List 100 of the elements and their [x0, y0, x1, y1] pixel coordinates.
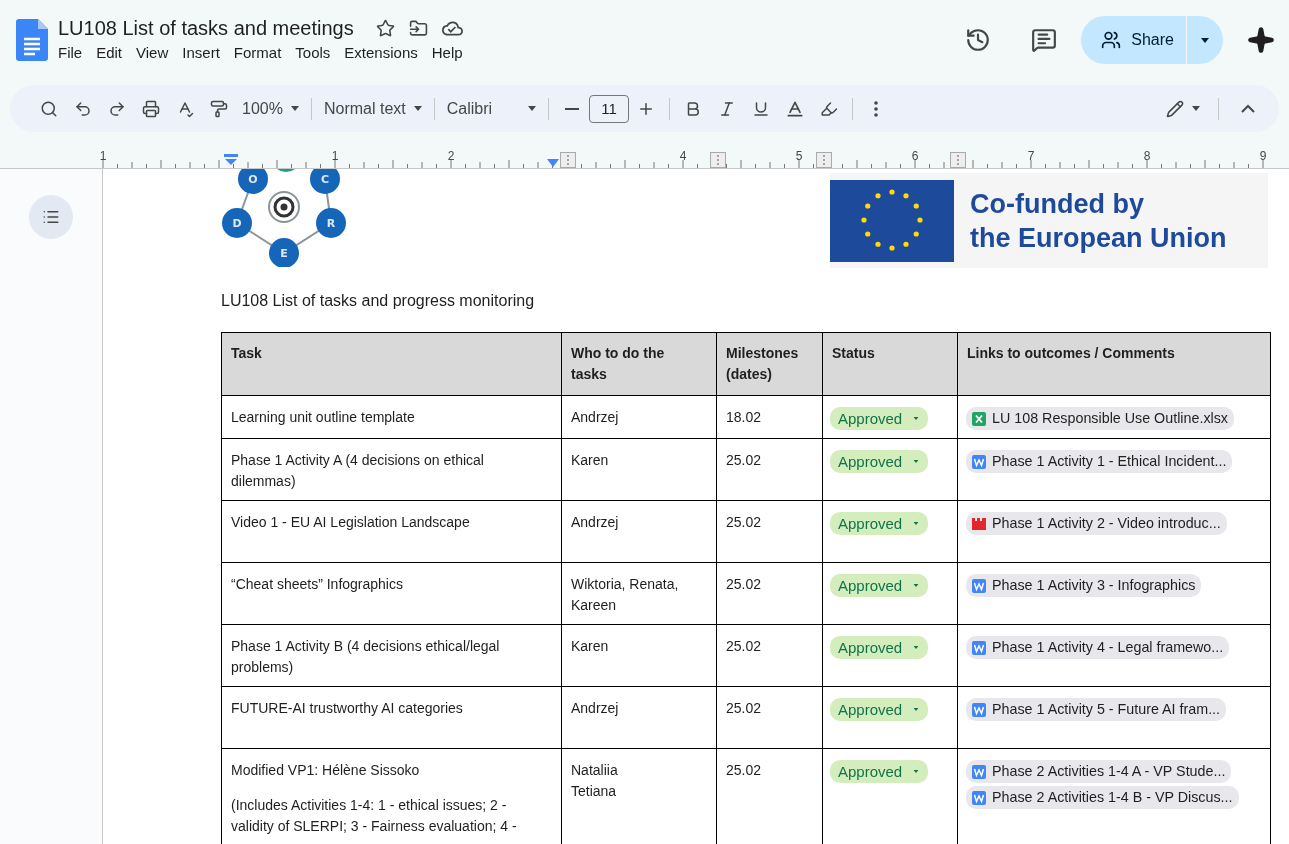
menu-item[interactable]: File — [51, 42, 90, 63]
table-cell: Learning unit outline template — [231, 409, 415, 425]
history-icon[interactable] — [965, 27, 992, 53]
banner-text: Co-funded by — [970, 187, 1145, 221]
video-icon — [972, 517, 986, 530]
document-icon — [972, 764, 986, 779]
table-cell: FUTURE-AI trustworthy AI categories — [231, 700, 463, 716]
column-header: Links to outcomes / Comments — [967, 345, 1175, 361]
table-cell: Tetiana — [571, 783, 617, 799]
status-chip[interactable]: Approved — [830, 574, 929, 597]
ruler-number: 8 — [1143, 149, 1151, 163]
table-cell: (Includes Activities 1-4: 1 - ethical issues; 2 - validity of SLERPI; 3 - Fairness evaluation; 4 - — [231, 797, 517, 834]
document-icon — [972, 454, 986, 469]
menu-item[interactable]: Tools — [288, 42, 338, 63]
table-cell: 25.02 — [726, 762, 762, 778]
column-marker-icon[interactable] — [816, 152, 832, 168]
more-icon — [874, 100, 879, 117]
table-cell: Nataliia — [571, 762, 618, 778]
document-icon — [972, 790, 986, 805]
table-cell: 25.02 — [726, 452, 762, 468]
ruler-number: 2 — [447, 149, 455, 163]
docs-logo-icon[interactable] — [16, 19, 48, 61]
document-icon — [972, 702, 986, 717]
status-chip[interactable]: Approved — [830, 760, 929, 783]
outline-button[interactable] — [29, 195, 73, 239]
menu-item[interactable]: Insert — [175, 42, 227, 63]
table-cell: Andrzej — [571, 409, 619, 425]
star-icon[interactable] — [375, 19, 395, 38]
table-cell: Phase 1 Activity A (4 decisions on ethical dilemmas) — [231, 452, 484, 489]
style-select[interactable]: Normal text — [317, 92, 428, 125]
sparkle-icon[interactable] — [1247, 26, 1275, 54]
ruler-number: 5 — [795, 149, 803, 163]
file-link-chip[interactable]: Phase 1 Activity 4 - Legal framewo... — [966, 636, 1230, 659]
document-icon — [972, 640, 986, 655]
menu-item[interactable]: Format — [226, 42, 289, 63]
column-header: Who to do the tasks — [571, 345, 665, 382]
ruler-number: 9 — [1259, 149, 1267, 163]
document-title[interactable]: LU108 List of tasks and meetings — [58, 17, 354, 40]
status-chip[interactable]: Approved — [830, 450, 929, 473]
ruler-number: 1 — [331, 149, 339, 163]
font-size-field[interactable]: 11 — [589, 94, 630, 123]
status-chip[interactable]: Approved — [830, 636, 929, 659]
menu-item[interactable]: Extensions — [337, 42, 425, 63]
zoom-select[interactable]: 100% — [236, 92, 305, 125]
chevron-up-icon — [1241, 104, 1255, 113]
table-cell: 25.02 — [726, 514, 762, 530]
status-chip[interactable]: Approved — [830, 698, 929, 721]
document-icon — [972, 578, 986, 593]
table-cell: 18.02 — [726, 409, 762, 425]
table-cell: Andrzej — [571, 514, 619, 530]
file-link-chip[interactable]: Phase 1 Activity 3 - Infographics — [966, 574, 1202, 597]
undo-icon — [74, 99, 92, 118]
banner-text: the European Union — [970, 221, 1227, 255]
file-link-chip[interactable]: Phase 1 Activity 1 - Ethical Incident... — [966, 450, 1233, 473]
redo-icon — [108, 99, 126, 118]
indent-marker-icon[interactable] — [547, 159, 559, 167]
file-link-chip[interactable]: Phase 2 Activities 1-4 A - VP Stude... — [966, 760, 1232, 783]
menu-item[interactable]: Help — [424, 42, 470, 63]
printer-icon — [142, 99, 160, 118]
minus-icon — [565, 107, 580, 110]
table-cell: 25.02 — [726, 576, 762, 592]
ruler-number: 4 — [679, 149, 687, 163]
table-cell: Wiktoria, Renata, Kareen — [571, 576, 679, 613]
file-link-chip[interactable]: Phase 2 Activities 1-4 B - VP Discus... — [966, 786, 1239, 809]
table-cell: Modified VP1: Hélène Sissoko — [231, 762, 420, 778]
paint-roller-icon — [210, 99, 228, 118]
flag-icon — [830, 179, 954, 262]
move-folder-icon[interactable] — [408, 19, 428, 38]
column-header: Task — [231, 345, 262, 361]
column-marker-icon[interactable] — [560, 152, 576, 168]
table-cell: Karen — [571, 452, 609, 468]
underline-icon — [752, 99, 771, 118]
table-cell: Karen — [571, 638, 609, 654]
file-link-chip[interactable]: LU 108 Responsible Use Outline.xlsx — [966, 407, 1235, 430]
file-link-chip[interactable]: Phase 1 Activity 2 - Video introduc... — [966, 512, 1227, 535]
table-cell: Phase 1 Activity B (4 decisions ethical/legal problems) — [231, 638, 500, 675]
indent-marker-icon[interactable] — [224, 154, 238, 166]
file-link-chip[interactable]: Phase 1 Activity 5 - Future AI fram... — [966, 698, 1227, 721]
menu-item[interactable]: View — [129, 42, 176, 63]
list-icon — [42, 208, 60, 226]
logo: O C D R E — [221, 169, 351, 267]
table-cell: 25.02 — [726, 638, 762, 654]
status-chip[interactable]: Approved — [830, 407, 929, 430]
spreadsheet-icon — [972, 411, 986, 426]
table-cell: Andrzej — [571, 700, 619, 716]
status-chip[interactable]: Approved — [830, 512, 929, 535]
document-heading: LU108 List of tasks and progress monitoring — [221, 292, 536, 310]
table-cell: “Cheat sheets” Infographics — [231, 576, 403, 592]
menu-item[interactable]: Edit — [89, 42, 130, 63]
column-marker-icon[interactable] — [710, 152, 726, 168]
pencil-icon — [1166, 99, 1184, 118]
highlighter-icon — [820, 99, 839, 118]
table-cell: 25.02 — [726, 700, 762, 716]
people-icon — [1101, 30, 1122, 50]
column-marker-icon[interactable] — [950, 152, 966, 168]
ruler-number: 7 — [1027, 149, 1035, 163]
font-select[interactable]: Calibri — [440, 92, 543, 125]
table-cell: Video 1 - EU AI Legislation Landscape — [231, 514, 470, 530]
search-icon — [40, 99, 58, 118]
comment-icon[interactable] — [1031, 27, 1058, 53]
